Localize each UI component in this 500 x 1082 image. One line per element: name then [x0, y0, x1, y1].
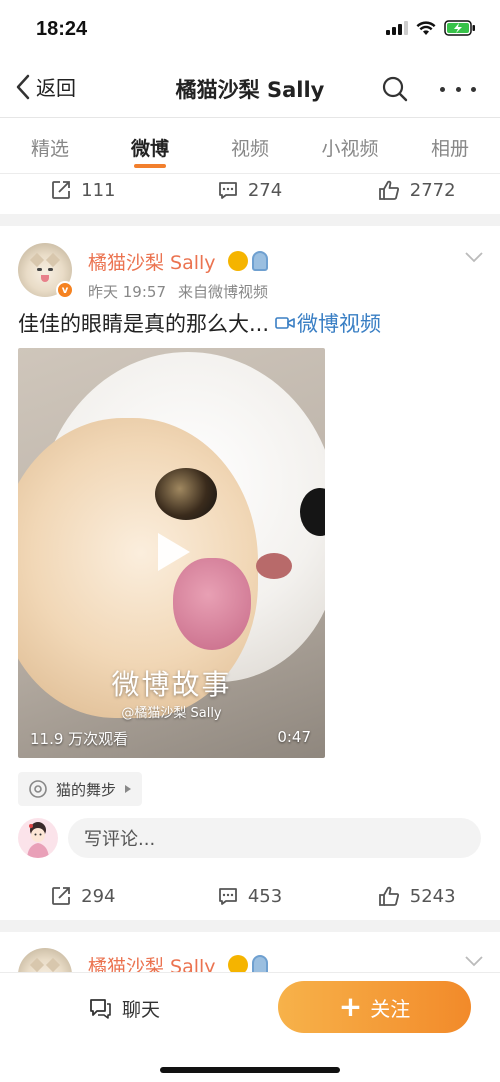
post-body: 佳佳的眼睛是真的那么大...: [18, 312, 270, 336]
tab-short-video[interactable]: 小视频: [300, 118, 400, 173]
like-count: 5243: [409, 885, 456, 907]
comment-button[interactable]: 274: [167, 166, 334, 214]
chat-icon: [90, 998, 111, 1019]
video-frame-nose: [256, 553, 292, 579]
video-link[interactable]: 微博视频: [275, 308, 381, 338]
search-icon[interactable]: [380, 74, 410, 104]
music-topic-label: 猫的舞步: [56, 780, 117, 799]
like-button[interactable]: 5243: [333, 872, 500, 920]
author-avatar[interactable]: v: [18, 243, 74, 299]
video-link-label: 微博视频: [297, 312, 382, 336]
video-frame-tongue: [173, 558, 251, 650]
bottom-bar: 聊天 + 关注: [0, 972, 500, 1082]
chevron-down-icon[interactable]: [464, 954, 484, 968]
video-camera-icon: [275, 317, 295, 329]
verified-icon: v: [56, 281, 74, 299]
prev-post-actions: 111 274 2772: [0, 166, 500, 214]
repost-icon: [52, 887, 71, 905]
post-source: 来自微博视频: [178, 283, 269, 301]
arrow-right-icon: [125, 785, 132, 793]
status-bar: 18:24: [0, 0, 500, 56]
chevron-left-icon: [16, 74, 30, 99]
back-button[interactable]: 返回: [14, 72, 76, 101]
repost-count: 294: [81, 885, 116, 907]
tab-video[interactable]: 视频: [200, 118, 300, 173]
nav-bar: 返回 橘猫沙梨 Sally: [0, 56, 500, 118]
like-button[interactable]: 2772: [333, 166, 500, 214]
repost-button[interactable]: 111: [0, 166, 167, 214]
chevron-down-icon[interactable]: [464, 250, 484, 264]
music-topic-chip[interactable]: 猫的舞步: [18, 772, 143, 806]
repost-button[interactable]: 294: [0, 872, 167, 920]
chat-button[interactable]: 聊天: [88, 995, 160, 1022]
divider: [0, 214, 500, 226]
plus-icon: +: [338, 990, 363, 1023]
divider: [0, 920, 500, 932]
video-player[interactable]: 微博故事 @橘猫沙梨 Sally 11.9 万次观看 0:47: [18, 348, 325, 758]
home-indicator: [160, 1067, 340, 1073]
thumbs-up-icon: [378, 180, 399, 200]
comment-count: 453: [247, 885, 283, 907]
play-icon[interactable]: [158, 533, 190, 571]
tab-album[interactable]: 相册: [400, 118, 500, 173]
video-frame-eye: [155, 468, 217, 520]
post-time: 昨天 19:57: [88, 283, 166, 301]
wifi-icon: [416, 20, 436, 35]
music-disc-icon: [29, 780, 47, 798]
signal-icon: [386, 21, 408, 35]
repost-count: 111: [81, 179, 116, 201]
repost-icon: [52, 181, 71, 199]
comment-icon: [218, 182, 237, 199]
video-handle: @橘猫沙梨 Sally: [121, 706, 222, 721]
comment-button[interactable]: 453: [167, 872, 334, 920]
post-text: 佳佳的眼睛是真的那么大... 微博视频: [18, 308, 381, 338]
fan-badge-icon: [252, 251, 268, 271]
back-label: 返回: [36, 76, 76, 100]
chat-label: 聊天: [122, 999, 161, 1021]
post-meta: 昨天 19:57 来自微博视频: [88, 281, 268, 302]
comment-input[interactable]: 写评论...: [68, 818, 481, 858]
battery-charging-icon: [444, 20, 475, 36]
follow-label: 关注: [370, 996, 411, 1021]
comment-count: 274: [247, 179, 283, 201]
thumbs-up-icon: [378, 886, 399, 906]
status-icons: [386, 20, 476, 36]
video-views: 11.9 万次观看: [30, 730, 129, 748]
video-watermark: 微博故事: [111, 668, 232, 701]
post-author[interactable]: 橘猫沙梨 Sally: [88, 248, 216, 275]
tab-featured[interactable]: 精选: [0, 118, 100, 173]
follow-button[interactable]: + 关注: [278, 981, 471, 1033]
status-time: 18:24: [36, 18, 88, 40]
post-actions: 294 453 5243: [0, 872, 500, 920]
comment-icon: [218, 888, 237, 905]
more-icon[interactable]: [440, 74, 476, 104]
vip-crown-icon: [228, 251, 248, 271]
video-duration: 0:47: [277, 728, 311, 746]
my-avatar: [18, 818, 58, 858]
tab-weibo[interactable]: 微博: [100, 118, 200, 173]
like-count: 2772: [409, 179, 456, 201]
